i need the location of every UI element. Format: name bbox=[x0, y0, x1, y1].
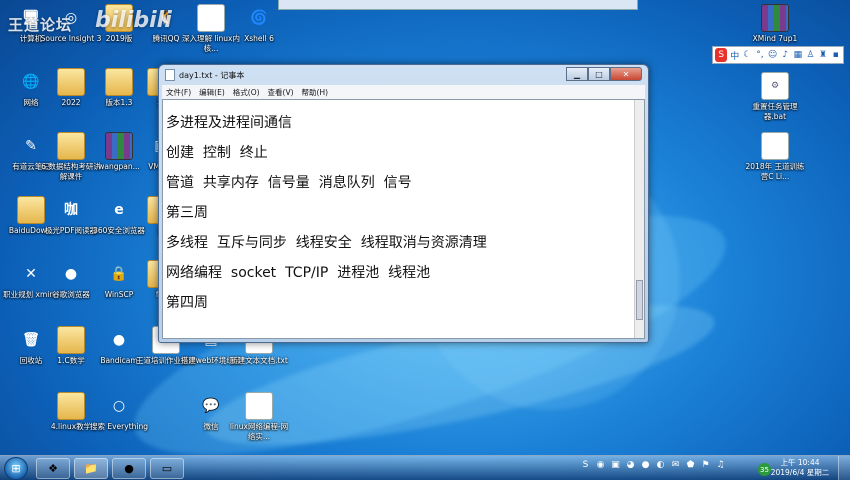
desktop-icon-label: 新建文本文档.txt bbox=[230, 356, 288, 365]
wangdao-2018-icon bbox=[761, 132, 789, 160]
text-line: 网络编程 socket TCP/IP 进程池 线程池 bbox=[166, 265, 431, 281]
desktop-icon-linux-net-prog[interactable]: linux网络编程-网络实... bbox=[228, 392, 290, 442]
360-browser-icon: e bbox=[114, 202, 124, 218]
notepad-icon bbox=[165, 69, 175, 81]
text-line: 创建 控制 终止 bbox=[166, 145, 268, 161]
start-button[interactable]: ⊞ bbox=[4, 457, 28, 480]
system-tray: S ◉ ▣ ◕ ● ◐ ✉ ⬟ ⚑ ♫ bbox=[580, 459, 726, 471]
text-line: 多进程及进程间通信 bbox=[166, 115, 292, 131]
menu-bar: 文件(F) 编辑(E) 格式(O) 查看(V) 帮助(H) bbox=[162, 85, 645, 99]
wangpan-rar-icon bbox=[105, 132, 133, 160]
taskbar-notepad-button[interactable]: ▭ bbox=[150, 458, 184, 479]
maximize-button[interactable]: □ bbox=[588, 67, 610, 81]
notepad-window[interactable]: day1.txt - 记事本 ▁ □ ✕ 文件(F) 编辑(E) 格式(O) 查… bbox=[158, 64, 649, 343]
desktop-icon-everything[interactable]: ○ 搜索 Everything bbox=[88, 392, 150, 432]
ime-toolbar[interactable]: S 中 ☾ °, ☺ ♪ ▦ ♙ ♜ ▪ bbox=[712, 46, 844, 64]
show-desktop-button[interactable] bbox=[838, 456, 850, 480]
text-line: 第四周 bbox=[166, 295, 208, 311]
window-title: day1.txt - 记事本 bbox=[179, 70, 245, 80]
shirt-icon[interactable]: ♜ bbox=[818, 49, 829, 61]
scrollbar-thumb[interactable] bbox=[636, 280, 643, 320]
chrome-icon: ● bbox=[64, 266, 78, 282]
folder-version-icon bbox=[105, 68, 133, 96]
linux-kernel-book-icon bbox=[197, 4, 225, 32]
linux-net-prog-icon bbox=[245, 392, 273, 420]
tools-icon[interactable]: ▪ bbox=[830, 49, 841, 61]
bilibili-watermark: bilibili bbox=[95, 8, 172, 33]
folder-2022-icon bbox=[57, 68, 85, 96]
menu-format[interactable]: 格式(O) bbox=[233, 87, 260, 98]
notepad-icon: ▭ bbox=[161, 462, 173, 475]
user-icon[interactable]: ♙ bbox=[805, 49, 816, 61]
taskbar-explorer-button[interactable]: 📁 bbox=[74, 458, 108, 479]
taskbar-app-icon[interactable]: ❖ bbox=[36, 458, 70, 479]
chrome-icon: ● bbox=[124, 462, 134, 475]
partial-window-edge bbox=[278, 0, 638, 10]
punctuation-icon[interactable]: °, bbox=[755, 49, 766, 61]
desktop-icon-label: linux网络编程-网络实... bbox=[229, 422, 289, 441]
menu-edit[interactable]: 编辑(E) bbox=[199, 87, 225, 98]
wechat-icon: 💬 bbox=[202, 398, 220, 414]
moon-icon[interactable]: ☾ bbox=[742, 49, 753, 61]
text-line: 第三周 bbox=[166, 205, 208, 221]
bandicam-tray-icon[interactable]: ● bbox=[640, 459, 651, 471]
sogou-tray-icon[interactable]: S bbox=[580, 459, 591, 471]
emoji-icon[interactable]: ☺ bbox=[767, 49, 778, 61]
winscp-icon: 🔒 bbox=[110, 266, 128, 282]
desktop-icon-label: 2018年 王道训练营C Li... bbox=[745, 162, 805, 181]
text-editor[interactable]: 多进程及进程间通信 创建 控制 终止 管道 共享内存 信号量 消息队列 信号 第… bbox=[162, 99, 645, 339]
desktop-icon-label: Xshell 6 bbox=[244, 34, 274, 43]
clock-date: 2019/6/4 星期二 bbox=[770, 468, 830, 477]
menu-file[interactable]: 文件(F) bbox=[166, 87, 191, 98]
ime-mode[interactable]: 中 bbox=[729, 49, 740, 62]
360-tray-icon[interactable]: ◐ bbox=[655, 459, 666, 471]
desktop-icon-wangdao-2018[interactable]: 2018年 王道训练营C Li... bbox=[744, 132, 806, 182]
xmind-7-icon bbox=[761, 4, 789, 32]
desktop-icon-xmind-7[interactable]: XMind 7up1 bbox=[744, 4, 806, 44]
close-button[interactable]: ✕ bbox=[610, 67, 642, 81]
text-line: 多线程 互斥与同步 线程安全 线程取消与资源清理 bbox=[166, 235, 487, 251]
watermark-text: 王道论坛 bbox=[8, 16, 73, 34]
folder-ds-course-icon bbox=[57, 132, 85, 160]
everything-icon: ○ bbox=[112, 398, 126, 414]
desktop-icon-label: XMind 7up1 bbox=[752, 34, 798, 43]
taskbar: ⊞ ❖ 📁 ● ▭ S ◉ ▣ ◕ ● ◐ ✉ ⬟ ⚑ ♫ 上午 10:44 2… bbox=[0, 455, 850, 480]
restart-task-mgr-icon: ⚙ bbox=[761, 72, 789, 100]
speaker-icon[interactable]: ♫ bbox=[715, 459, 726, 471]
flag-tray-icon[interactable]: ⚑ bbox=[700, 459, 711, 471]
folder-c-lang-icon bbox=[57, 326, 85, 354]
menu-view[interactable]: 查看(V) bbox=[268, 87, 294, 98]
mic-icon[interactable]: ♪ bbox=[780, 49, 791, 61]
shield-tray-icon[interactable]: ⬟ bbox=[685, 459, 696, 471]
network-tray-icon[interactable]: ◉ bbox=[595, 459, 606, 471]
folder-icon: 📁 bbox=[84, 462, 98, 475]
bandicam-icon: ● bbox=[112, 332, 126, 348]
clock-time: 上午 10:44 bbox=[780, 458, 820, 467]
app-tray-icon[interactable]: ▣ bbox=[610, 459, 621, 471]
colorful-icon: ❖ bbox=[48, 462, 58, 475]
clock[interactable]: 上午 10:44 2019/6/4 星期二 bbox=[770, 458, 830, 478]
sogou-logo-icon[interactable]: S bbox=[715, 48, 728, 62]
pdf-reader-icon: 咖 bbox=[64, 202, 78, 218]
xshell-icon: 🌀 bbox=[250, 10, 268, 26]
desktop-icon-label: 搜索 Everything bbox=[90, 422, 148, 431]
minimize-button[interactable]: ▁ bbox=[566, 67, 588, 81]
menu-help[interactable]: 帮助(H) bbox=[302, 87, 329, 98]
taskbar-chrome-button[interactable]: ● bbox=[112, 458, 146, 479]
vertical-scrollbar[interactable] bbox=[634, 100, 644, 338]
qq-tray-icon[interactable]: ◕ bbox=[625, 459, 636, 471]
desktop-icon-xshell[interactable]: 🌀 Xshell 6 bbox=[228, 4, 290, 44]
text-line: 管道 共享内存 信号量 消息队列 信号 bbox=[166, 175, 412, 191]
desktop-icon-restart-task-mgr[interactable]: ⚙ 重置任务管理器.bat bbox=[744, 72, 806, 122]
desktop-icon-label: 重置任务管理器.bat bbox=[752, 102, 798, 121]
tray-count-badge: 35 bbox=[758, 463, 771, 476]
wechat-tray-icon[interactable]: ✉ bbox=[670, 459, 681, 471]
folder-linux-icon bbox=[57, 392, 85, 420]
keyboard-icon[interactable]: ▦ bbox=[793, 49, 804, 61]
